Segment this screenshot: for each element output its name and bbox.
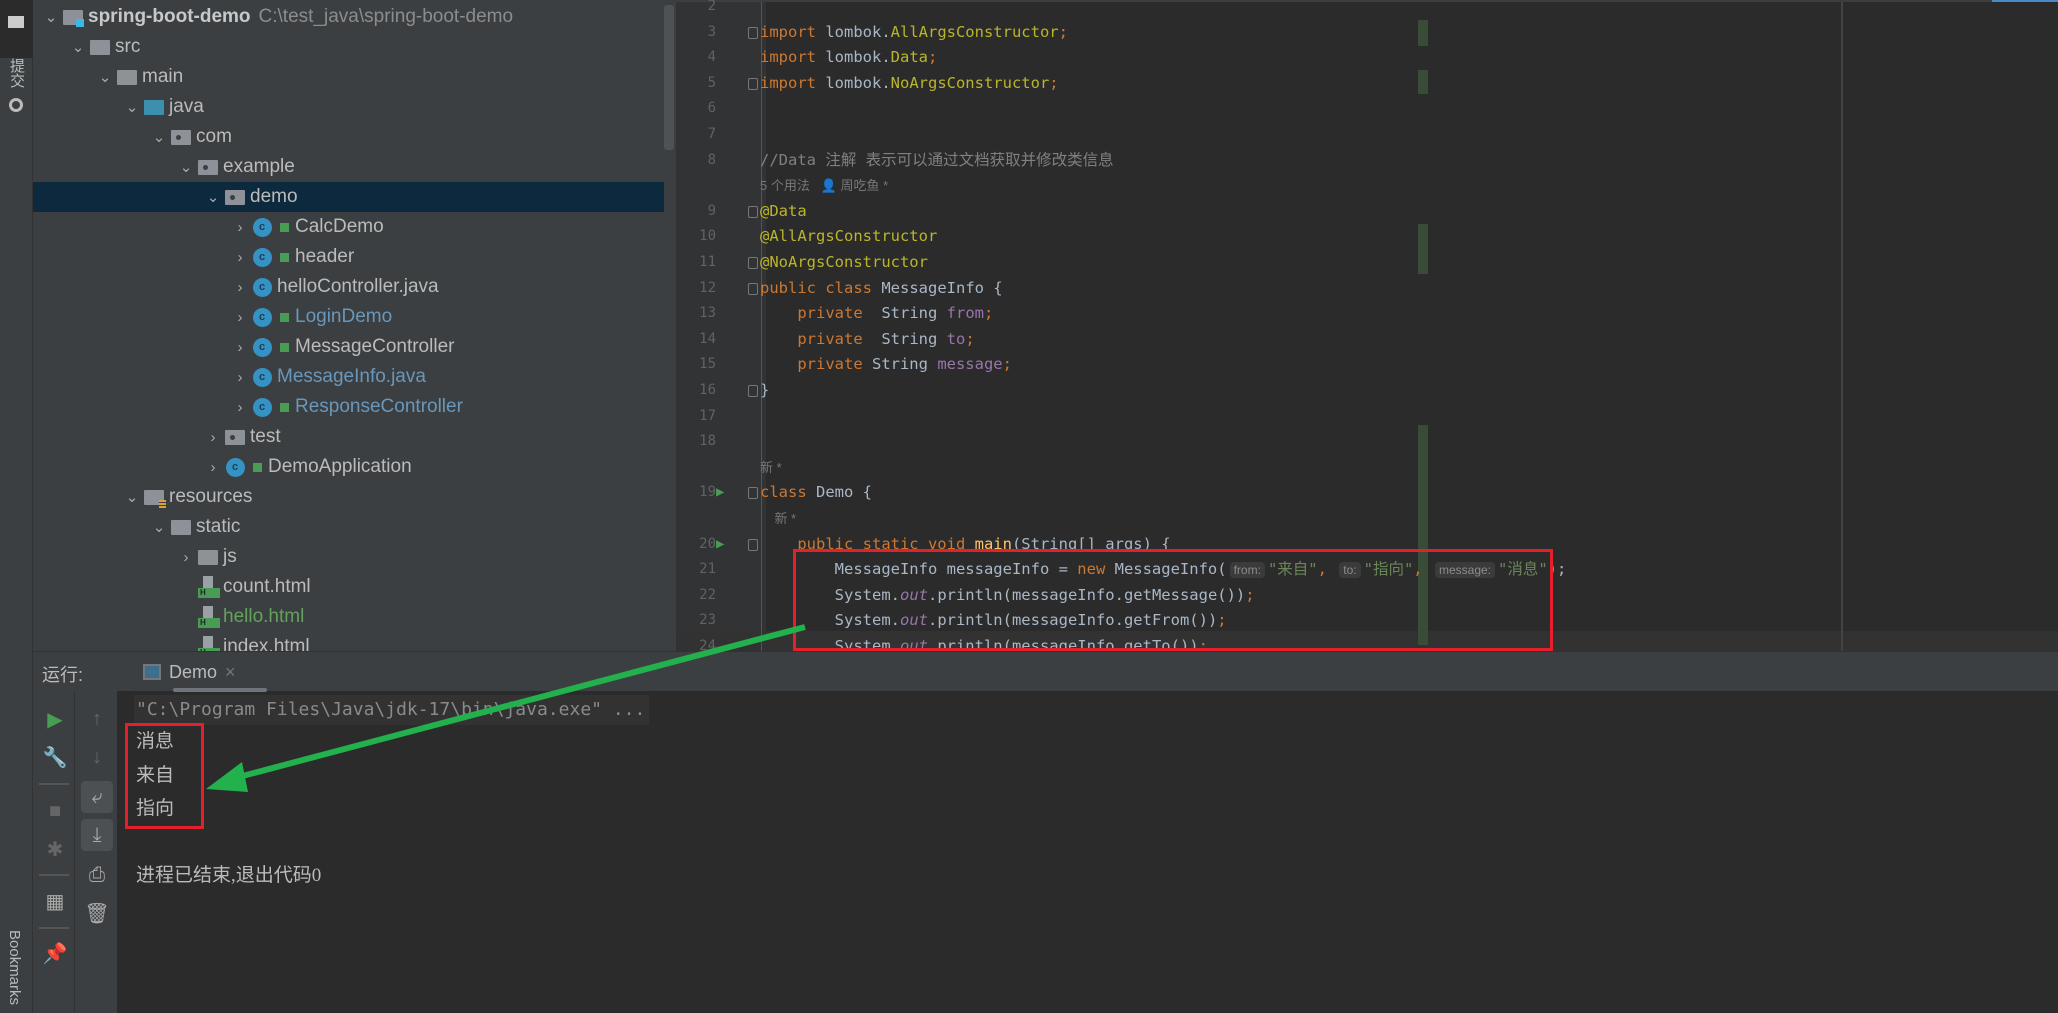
arrow-head-icon	[206, 762, 248, 792]
annotation-arrow	[206, 624, 806, 792]
